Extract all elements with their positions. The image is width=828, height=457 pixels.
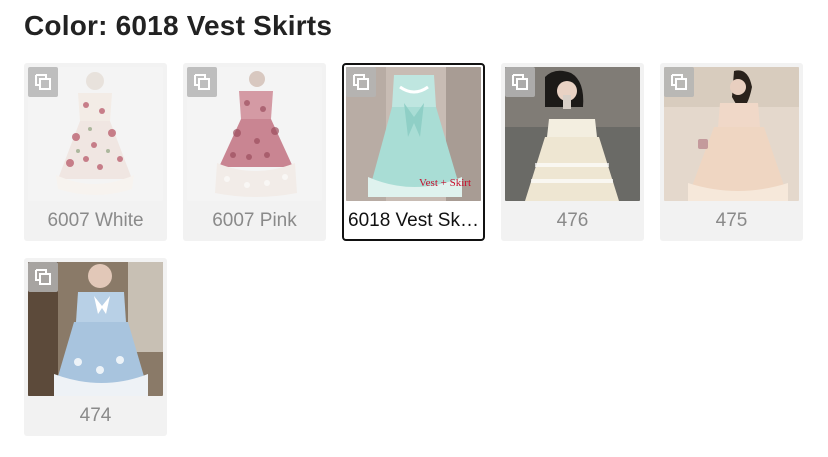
swatch-474[interactable]: 474: [24, 258, 167, 436]
image-overlay-text: Vest + Skirt: [418, 177, 471, 189]
swatch-caption: 475: [715, 210, 748, 231]
swatch-6018-vest-skirts[interactable]: Vest + Skirt 6018 Vest Skirts: [342, 63, 485, 241]
swatch-caption: 6007 Pink: [212, 210, 297, 231]
selected-color-value: 6018 Vest Skirts: [115, 10, 333, 41]
expand-image-icon[interactable]: [346, 67, 376, 97]
swatch-476[interactable]: 476: [501, 63, 644, 241]
swatch-caption: 474: [79, 405, 112, 426]
swatch-475[interactable]: 475: [660, 63, 803, 241]
swatch-6007-white[interactable]: 6007 White: [24, 63, 167, 241]
expand-image-icon[interactable]: [28, 67, 58, 97]
color-label: Color:: [24, 10, 108, 41]
expand-image-icon[interactable]: [187, 67, 217, 97]
swatch-6007-pink[interactable]: 6007 Pink: [183, 63, 326, 241]
color-heading: Color: 6018 Vest Skirts: [24, 6, 332, 46]
swatch-caption: 6018 Vest Skirts: [348, 210, 483, 231]
expand-image-icon[interactable]: [664, 67, 694, 97]
expand-image-icon[interactable]: [28, 262, 58, 292]
color-swatch-grid: 6007 White 6007 Pink Vest + Skirt 6018 V…: [24, 63, 803, 436]
swatch-caption: 6007 White: [47, 210, 144, 231]
expand-image-icon[interactable]: [505, 67, 535, 97]
swatch-caption: 476: [556, 210, 589, 231]
